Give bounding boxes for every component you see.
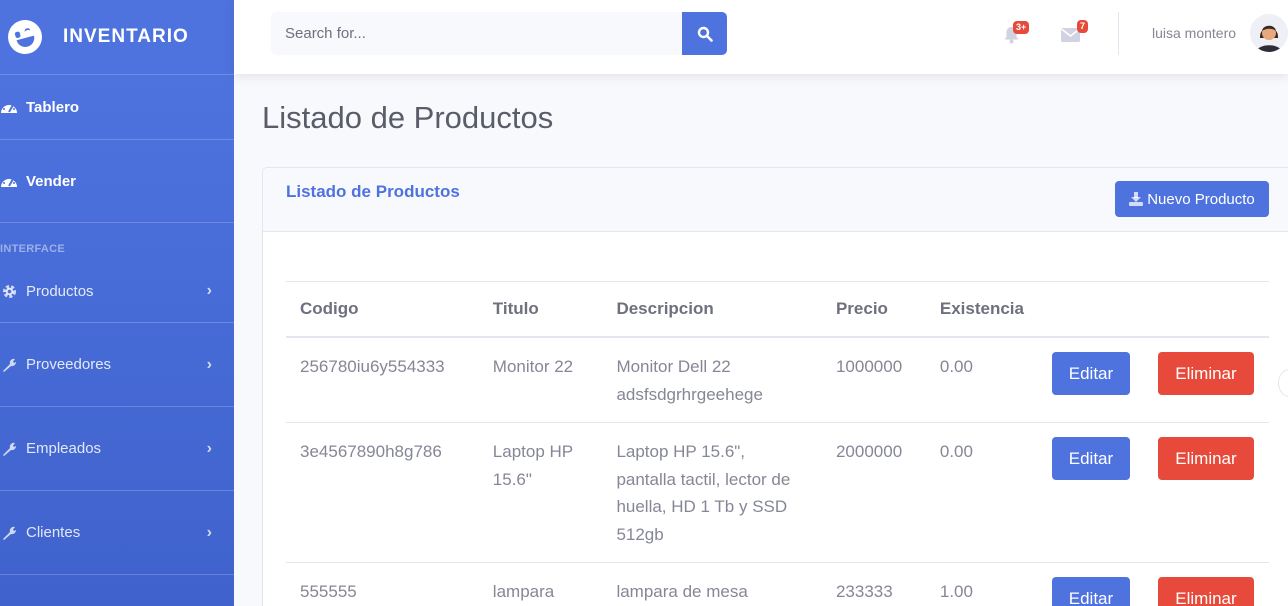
cell-existencia: 0.00 xyxy=(925,337,1038,423)
table-row: 256780iu6y554333 Monitor 22 Monitor Dell… xyxy=(286,337,1269,423)
alerts-counter-badge: 3+ xyxy=(1013,21,1030,34)
messages-dropdown[interactable]: 7 xyxy=(1061,20,1089,47)
card-title: Listado de Productos xyxy=(286,182,460,201)
edit-button[interactable]: Editar xyxy=(1051,352,1130,395)
user-name[interactable]: luisa montero xyxy=(1152,25,1236,41)
cell-titulo: Laptop HP 15.6" xyxy=(478,422,603,563)
chevron-right-icon: › xyxy=(206,523,212,541)
search-form xyxy=(271,12,727,55)
messages-counter-badge: 7 xyxy=(1077,20,1089,33)
gear-icon xyxy=(0,283,18,299)
sidebar-item-label: Productos xyxy=(26,282,94,300)
cell-codigo: 256780iu6y554333 xyxy=(286,337,479,423)
card-header: Listado de Productos Nuevo Producto xyxy=(263,168,1288,232)
cell-codigo: 3e4567890h8g786 xyxy=(286,422,479,563)
sidebar-item-tablero[interactable]: Tablero xyxy=(0,75,234,139)
new-product-label: Nuevo Producto xyxy=(1147,190,1255,208)
cell-descripcion: Monitor Dell 22 adsfsdgrhrgeehege xyxy=(602,337,822,423)
cell-titulo: Monitor 22 xyxy=(478,337,603,423)
edit-button[interactable]: Editar xyxy=(1051,577,1130,606)
new-product-button[interactable]: Nuevo Producto xyxy=(1115,181,1269,217)
column-header-titulo[interactable]: Titulo xyxy=(478,281,603,338)
wrench-icon xyxy=(0,525,18,541)
cell-titulo: lampara xyxy=(478,562,603,606)
table-row: 3e4567890h8g786 Laptop HP 15.6" Laptop H… xyxy=(286,422,1269,563)
delete-button[interactable]: Eliminar xyxy=(1157,352,1254,395)
sidebar-item-proveedores[interactable]: Proveedores › xyxy=(0,323,234,406)
sidebar-item-empleados[interactable]: Empleados › xyxy=(0,407,234,490)
sidebar-item-label: Vender xyxy=(26,172,77,190)
sidebar-item-label: Proveedores xyxy=(26,356,112,373)
cell-existencia: 0.00 xyxy=(925,422,1038,563)
sidebar-item-label: Empleados xyxy=(26,440,102,457)
download-icon xyxy=(1129,192,1144,206)
table-row: 555555 lampara lampara de mesa 233333 1.… xyxy=(286,562,1269,606)
cell-codigo: 555555 xyxy=(286,562,479,606)
cell-precio: 2000000 xyxy=(821,422,926,563)
column-header-descripcion[interactable]: Descripcion xyxy=(602,281,822,338)
column-header-precio[interactable]: Precio xyxy=(821,281,926,338)
cell-precio: 233333 xyxy=(821,562,926,606)
wrench-icon xyxy=(0,441,18,457)
search-button[interactable] xyxy=(682,12,727,55)
sidebar: INVENTARIO Tablero Vender INTERFACE Prod… xyxy=(0,0,234,606)
search-icon xyxy=(697,26,713,42)
wrench-icon xyxy=(0,357,18,373)
column-header-existencia[interactable]: Existencia xyxy=(925,281,1038,338)
topbar: 3+ 7 luisa montero xyxy=(234,0,1288,74)
alerts-dropdown[interactable]: 3+ xyxy=(1003,21,1030,46)
cell-existencia: 1.00 xyxy=(925,562,1038,606)
cell-descripcion: lampara de mesa xyxy=(602,562,822,606)
sidebar-divider xyxy=(0,574,234,575)
sidebar-heading: INTERFACE xyxy=(0,243,66,255)
topbar-divider xyxy=(1118,12,1119,55)
page-title: Listado de Productos xyxy=(262,100,554,135)
sidebar-item-productos[interactable]: Productos › xyxy=(0,260,234,322)
cell-precio: 1000000 xyxy=(821,337,926,423)
column-header-delete xyxy=(1143,281,1269,338)
search-input[interactable] xyxy=(271,12,683,55)
column-header-codigo[interactable]: Codigo xyxy=(286,281,479,338)
table-header-row: Codigo Titulo Descripcion Precio Existen… xyxy=(286,281,1269,338)
sidebar-item-clientes[interactable]: Clientes › xyxy=(0,491,234,574)
edit-button[interactable]: Editar xyxy=(1051,437,1130,480)
cell-descripcion: Laptop HP 15.6", pantalla tactil, lector… xyxy=(602,422,822,563)
laugh-wink-icon xyxy=(4,16,46,58)
chevron-right-icon: › xyxy=(206,439,212,457)
sidebar-item-label: Tablero xyxy=(26,98,80,116)
brand-name: INVENTARIO xyxy=(63,26,189,47)
tachometer-icon xyxy=(0,99,18,115)
tachometer-icon xyxy=(0,173,18,189)
products-table: Codigo Titulo Descripcion Precio Existen… xyxy=(286,281,1269,606)
brand[interactable]: INVENTARIO xyxy=(0,0,234,74)
chevron-right-icon: › xyxy=(206,355,212,373)
chevron-right-icon: › xyxy=(206,282,212,299)
sidebar-item-vender[interactable]: Vender xyxy=(0,140,234,222)
delete-button[interactable]: Eliminar xyxy=(1157,437,1254,480)
delete-button[interactable]: Eliminar xyxy=(1157,577,1254,606)
column-header-edit xyxy=(1037,281,1144,338)
avatar[interactable] xyxy=(1250,14,1288,52)
products-card: Listado de Productos Nuevo Producto Codi… xyxy=(262,167,1288,606)
sidebar-item-label: Clientes xyxy=(26,524,81,541)
